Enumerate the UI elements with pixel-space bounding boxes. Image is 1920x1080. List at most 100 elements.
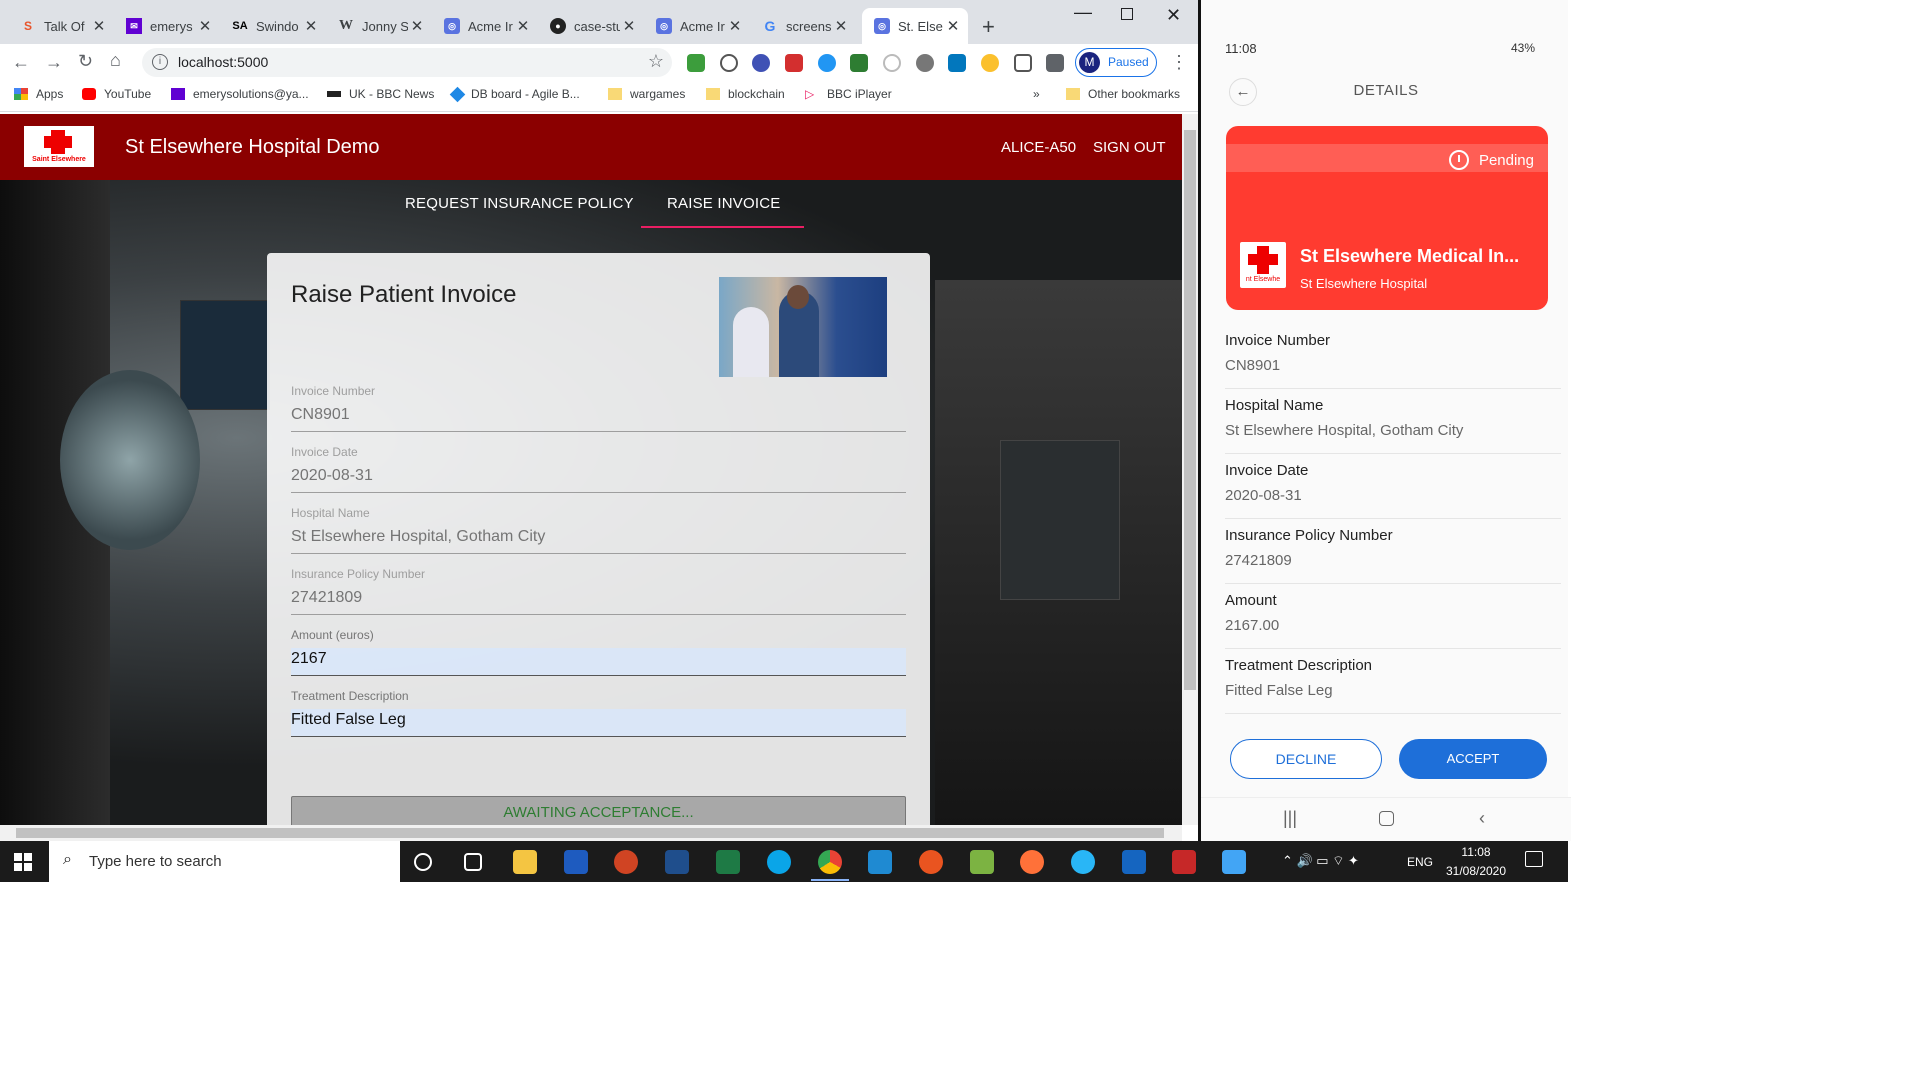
taskbar-search[interactable]: ⌕ Type here to search	[49, 841, 400, 882]
user-name[interactable]: ALICE-A50	[1001, 139, 1076, 156]
minimize-icon[interactable]: —	[1074, 2, 1092, 23]
ubuntu-icon[interactable]	[919, 850, 943, 874]
bookmark-folder[interactable]: wargames	[608, 87, 685, 101]
vscode-icon[interactable]	[868, 850, 892, 874]
notepad-plus-icon[interactable]	[970, 850, 994, 874]
close-tab-icon[interactable]: ✕	[944, 17, 962, 35]
taskbar-date[interactable]: 31/08/2020	[1440, 864, 1512, 878]
bookmark-youtube[interactable]: YouTube	[82, 87, 151, 101]
more-bookmarks-icon[interactable]: »	[1033, 87, 1040, 101]
word-icon[interactable]	[564, 850, 588, 874]
browser-tab[interactable]: ◎ Acme Ir ✕	[644, 8, 750, 44]
close-tab-icon[interactable]: ✕	[726, 17, 744, 35]
bookmark-other[interactable]: Other bookmarks	[1066, 87, 1180, 101]
extension-icon[interactable]	[687, 54, 705, 72]
tab-request-insurance-policy[interactable]: REQUEST INSURANCE POLICY	[405, 195, 634, 212]
browser-tab[interactable]: S Talk Of ✕	[8, 8, 114, 44]
pdf-extension-icon[interactable]	[785, 54, 803, 72]
url-text[interactable]: localhost:5000	[178, 54, 268, 70]
bookmark-apps[interactable]: Apps	[14, 87, 63, 101]
extension-icon[interactable]	[883, 54, 901, 72]
windows-start-icon[interactable]	[14, 853, 32, 871]
invoice-number-field[interactable]: Invoice Number CN8901	[291, 384, 906, 432]
excel-icon[interactable]	[716, 850, 740, 874]
close-tab-icon[interactable]: ✕	[302, 17, 320, 35]
accept-button[interactable]: ACCEPT	[1399, 739, 1547, 779]
bookmark-star-icon[interactable]: ☆	[648, 51, 664, 72]
powerpoint-icon[interactable]	[614, 850, 638, 874]
photos-icon[interactable]	[1222, 850, 1246, 874]
app-icon[interactable]	[1172, 850, 1196, 874]
close-tab-icon[interactable]: ✕	[832, 17, 850, 35]
file-explorer-icon[interactable]	[513, 850, 537, 874]
vertical-scrollbar[interactable]	[1182, 114, 1198, 825]
language-indicator[interactable]: ENG	[1407, 855, 1433, 869]
browser-tab-active[interactable]: ◎ St. Else ✕	[862, 8, 968, 44]
treatment-description-field[interactable]: Treatment Description Fitted False Leg	[291, 689, 906, 737]
sign-out-button[interactable]: SIGN OUT	[1093, 139, 1166, 156]
profile-button[interactable]: M Paused	[1075, 48, 1157, 77]
extension-icon[interactable]	[818, 54, 836, 72]
browser-tab[interactable]: W Jonny S ✕	[326, 8, 432, 44]
close-window-icon[interactable]: ✕	[1166, 5, 1181, 26]
awaiting-acceptance-button[interactable]: AWAITING ACCEPTANCE...	[291, 796, 906, 825]
bookmark-folder[interactable]: blockchain	[706, 87, 785, 101]
puzzle-icon[interactable]	[1046, 54, 1064, 72]
browser-tab[interactable]: ✉ emerys ✕	[114, 8, 220, 44]
system-tray-icons[interactable]: ⌃ 🔊 ▭ ⌔ ✦	[1282, 853, 1359, 869]
reload-icon[interactable]: ↻	[78, 51, 93, 72]
powershell-icon[interactable]	[665, 850, 689, 874]
chrome-icon[interactable]	[818, 850, 842, 874]
close-tab-icon[interactable]: ✕	[90, 17, 108, 35]
hospital-logo: nt Elsewhe	[1240, 242, 1286, 288]
remote-desktop-icon[interactable]	[1122, 850, 1146, 874]
decline-button[interactable]: DECLINE	[1230, 739, 1382, 779]
insurance-policy-number-field[interactable]: Insurance Policy Number 27421809	[291, 567, 906, 615]
info-icon[interactable]: i	[152, 54, 168, 70]
invoice-summary-card[interactable]: Pending nt Elsewhe St Elsewhere Medical …	[1226, 126, 1548, 310]
extension-icon[interactable]	[752, 54, 770, 72]
maximize-icon[interactable]	[1121, 8, 1133, 20]
address-bar[interactable]: i localhost:5000 ☆	[142, 48, 672, 77]
recent-apps-icon[interactable]: |||	[1283, 808, 1297, 829]
browser-window: S Talk Of ✕ ✉ emerys ✕ SA Swindo ✕ W Jon…	[0, 0, 1198, 841]
close-tab-icon[interactable]: ✕	[408, 17, 426, 35]
bookmark-mail[interactable]: emerysolutions@ya...	[171, 87, 309, 101]
browser-tab[interactable]: SA Swindo ✕	[220, 8, 326, 44]
notification-icon[interactable]	[1525, 851, 1543, 867]
forward-icon[interactable]: →	[45, 52, 63, 73]
extension-icon[interactable]	[916, 54, 934, 72]
close-tab-icon[interactable]: ✕	[196, 17, 214, 35]
close-tab-icon[interactable]: ✕	[514, 17, 532, 35]
bookmark-bbc-news[interactable]: UK - BBC News	[327, 87, 434, 101]
cors-extension-icon[interactable]	[850, 54, 868, 72]
bookmark-db-board[interactable]: DB board - Agile B...	[449, 86, 580, 102]
close-tab-icon[interactable]: ✕	[620, 17, 638, 35]
back-icon[interactable]: ←	[12, 52, 30, 73]
taskbar-clock[interactable]: 11:08	[1448, 845, 1504, 859]
firefox-icon[interactable]	[1020, 850, 1044, 874]
extension-icon[interactable]	[720, 54, 738, 72]
extension-icon[interactable]	[981, 54, 999, 72]
bookmark-iplayer[interactable]: ▷ BBC iPlayer	[805, 87, 892, 101]
browser-tab[interactable]: ● case-stu ✕	[538, 8, 644, 44]
tab-raise-invoice[interactable]: RAISE INVOICE	[667, 195, 780, 212]
hospital-name-field[interactable]: Hospital Name St Elsewhere Hospital, Got…	[291, 506, 906, 554]
cortana-icon[interactable]	[414, 853, 432, 871]
tab-strip: S Talk Of ✕ ✉ emerys ✕ SA Swindo ✕ W Jon…	[0, 0, 1198, 44]
new-tab-icon[interactable]: +	[982, 14, 995, 40]
home-icon[interactable]	[1379, 811, 1394, 826]
invoice-date-field[interactable]: Invoice Date 2020-08-31	[291, 445, 906, 493]
amount-field[interactable]: Amount (euros) 2167	[291, 628, 906, 676]
menu-icon[interactable]: ⋮	[1170, 52, 1188, 73]
horizontal-scrollbar[interactable]	[0, 825, 1182, 841]
browser-tab[interactable]: G screens ✕	[750, 8, 856, 44]
task-view-icon[interactable]	[464, 853, 482, 871]
skype-icon[interactable]	[767, 850, 791, 874]
browser-tab[interactable]: ◎ Acme Ir ✕	[432, 8, 538, 44]
pocket-icon[interactable]	[1014, 54, 1032, 72]
home-icon[interactable]: ⌂	[110, 50, 121, 71]
extension-icon[interactable]	[948, 54, 966, 72]
back-icon[interactable]: ‹	[1479, 808, 1485, 829]
docker-icon[interactable]	[1071, 850, 1095, 874]
